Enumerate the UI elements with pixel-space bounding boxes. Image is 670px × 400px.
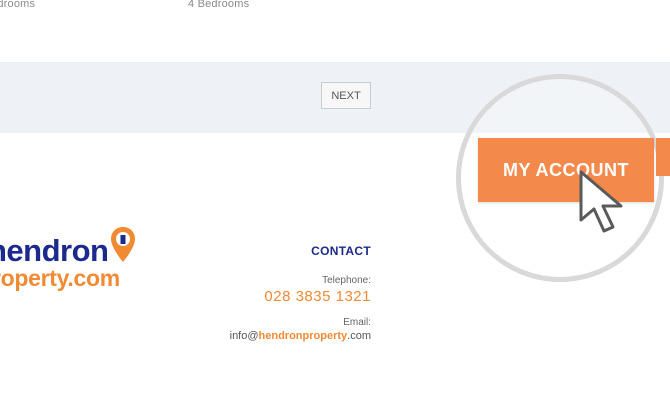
contact-section: CONTACT Telephone: 028 3835 1321 Email: … [230,244,371,342]
company-logo[interactable]: hendron roperty.com [0,227,160,302]
email-user: info@ [229,330,259,342]
telephone-label: Telephone: [322,275,371,286]
email-label: Email: [343,317,371,328]
listing-summary-row: edrooms 4 Bedrooms [0,0,670,62]
email-tld: .com [347,330,371,342]
email-domain: hendronproperty [258,330,348,342]
email-link[interactable]: info@hendronproperty.com [230,330,371,342]
mouse-pointer-icon [579,170,623,233]
next-page-button[interactable]: NEXT [321,82,371,109]
contact-heading: CONTACT [311,244,371,258]
map-pin-icon [111,227,135,262]
telephone-number-link[interactable]: 028 3835 1321 [230,288,371,305]
listing-bedrooms-left: edrooms [0,0,36,10]
logo-wordmark-bottom: roperty.com [0,265,120,291]
my-account-button-edge [656,138,670,176]
logo-wordmark-top: hendron [0,233,109,268]
listing-bedrooms-right: 4 Bedrooms [188,0,250,10]
